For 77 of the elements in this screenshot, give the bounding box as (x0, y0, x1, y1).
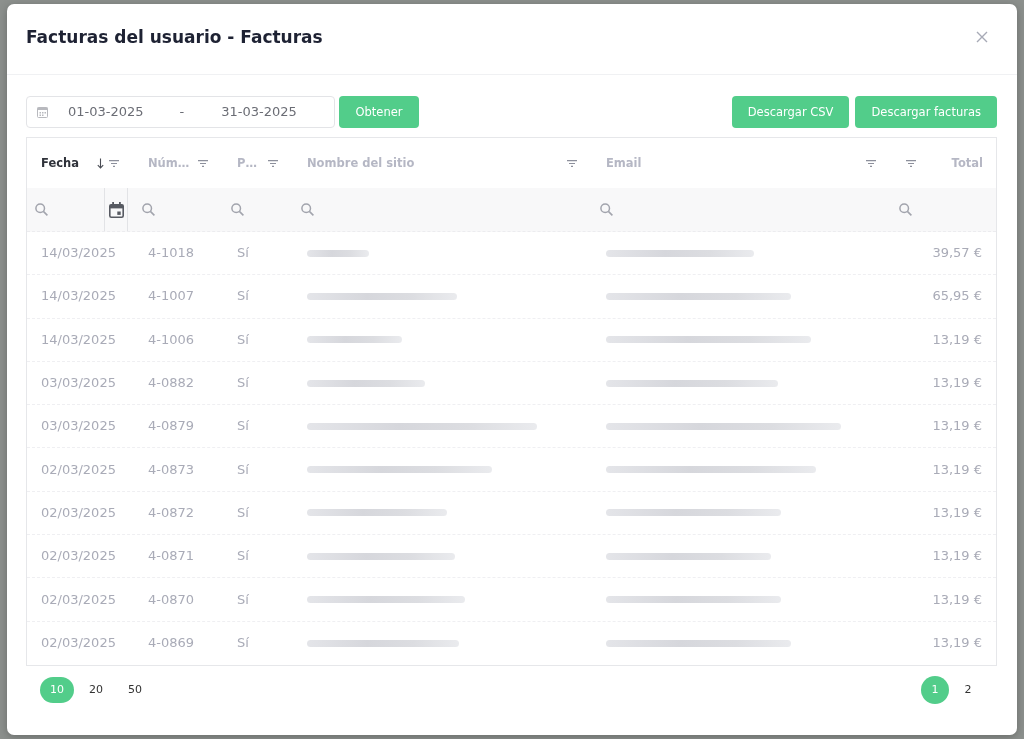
table-cell: Sí (237, 288, 249, 305)
table-cell: 13,19 € (932, 591, 982, 608)
table-cell: 02/03/2025 (41, 548, 116, 565)
table-cell: 4-0870 (148, 591, 195, 608)
table-cell: Sí (237, 375, 249, 392)
date-picker-button[interactable] (104, 188, 128, 231)
redacted-text (307, 249, 369, 257)
table-cell: 4-0872 (148, 504, 195, 521)
search-icon (600, 203, 613, 216)
calendar-icon (108, 201, 124, 218)
date-range-picker[interactable]: 01-03-2025 - 31-03-2025 (26, 96, 335, 128)
filter-icon[interactable] (567, 159, 577, 167)
table-cell: 14/03/2025 (41, 288, 116, 305)
table-cell: 4-0873 (148, 461, 195, 478)
filter-icon[interactable] (268, 159, 278, 167)
table-cell: 4-1018 (148, 245, 195, 262)
page-button[interactable]: 2 (954, 675, 982, 704)
filter-icon[interactable] (906, 159, 916, 167)
table-cell: Sí (237, 635, 249, 652)
table-cell: 65,95 € (932, 288, 982, 305)
table-cell: 02/03/2025 (41, 635, 116, 652)
calendar-icon (37, 106, 48, 118)
download-button[interactable]: Descargar facturas (855, 96, 997, 128)
table-cell: 13,19 € (932, 375, 982, 392)
dialog-title: Facturas del usuario - Facturas (26, 26, 323, 49)
table-cell: 4-0869 (148, 635, 195, 652)
table-cell: 4-1007 (148, 288, 195, 305)
page-button[interactable]: 1 (921, 675, 949, 704)
search-icon (142, 203, 155, 216)
table-cell: 02/03/2025 (41, 504, 116, 521)
close-icon[interactable] (976, 31, 988, 43)
column-header[interactable]: Nombre del sitio (307, 156, 415, 170)
page-size-option[interactable]: 50 (118, 676, 152, 703)
table-cell: 13,19 € (932, 548, 982, 565)
table-cell: Sí (237, 548, 249, 565)
search-icon (231, 203, 244, 216)
table-cell: 02/03/2025 (41, 461, 116, 478)
table-cell: 4-0879 (148, 418, 195, 435)
table-cell: 4-0882 (148, 375, 195, 392)
start-date-field[interactable]: 01-03-2025 (68, 104, 144, 120)
fetch-button[interactable]: Obtener (339, 96, 419, 128)
search-icon (35, 203, 48, 216)
table-cell: 13,19 € (932, 461, 982, 478)
column-header[interactable]: Núm… (148, 156, 190, 170)
table-cell: Sí (237, 418, 249, 435)
filter-icon[interactable] (866, 159, 876, 167)
search-icon (899, 203, 912, 216)
table-cell: Sí (237, 331, 249, 348)
table-cell: Sí (237, 504, 249, 521)
table-cell: 02/03/2025 (41, 591, 116, 608)
table-cell: 4-0871 (148, 548, 195, 565)
search-icon (301, 203, 314, 216)
table-cell: 03/03/2025 (41, 375, 116, 392)
table-cell: 39,57 € (932, 245, 982, 262)
table-cell: 13,19 € (932, 635, 982, 652)
column-header[interactable]: Total (951, 156, 983, 170)
end-date-field[interactable]: 31-03-2025 (221, 104, 297, 120)
table-cell: 14/03/2025 (41, 245, 116, 262)
table-cell: Sí (237, 461, 249, 478)
table-cell: 13,19 € (932, 504, 982, 521)
column-header[interactable]: Email (606, 156, 642, 170)
table-cell: Sí (237, 245, 249, 262)
filter-icon[interactable] (109, 159, 119, 167)
table-cell: 03/03/2025 (41, 418, 116, 435)
page-size-option[interactable]: 10 (40, 676, 74, 703)
range-separator: - (179, 104, 185, 120)
sort-descending-icon[interactable] (97, 157, 104, 169)
filter-icon[interactable] (198, 159, 208, 167)
column-header[interactable]: P… (237, 156, 257, 170)
table-cell: Sí (237, 591, 249, 608)
table-cell: 13,19 € (932, 418, 982, 435)
table-cell: 14/03/2025 (41, 331, 116, 348)
table-cell: 13,19 € (932, 331, 982, 348)
page-size-option[interactable]: 20 (79, 676, 113, 703)
download-button[interactable]: Descargar CSV (731, 96, 850, 128)
column-header[interactable]: Fecha (41, 156, 79, 170)
table-cell: 4-1006 (148, 331, 195, 348)
